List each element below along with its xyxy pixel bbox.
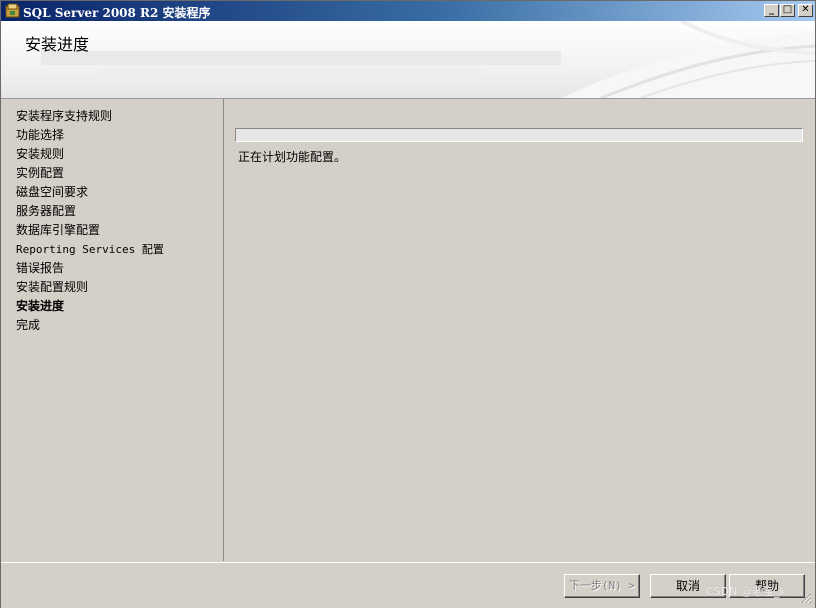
step-feature-selection[interactable]: 功能选择 — [16, 127, 164, 146]
step-list: 安装程序支持规则 功能选择 安装规则 实例配置 磁盘空间要求 服务器配置 数据库… — [16, 108, 164, 336]
window-title: SQL Server 2008 R2 安装程序 — [23, 6, 211, 20]
resize-grip-icon[interactable] — [800, 592, 812, 604]
button-bar: 下一步(N) > 取消 帮助 — [1, 562, 815, 608]
step-reporting-services-configuration[interactable]: Reporting Services 配置 — [16, 241, 164, 260]
step-error-reporting[interactable]: 错误报告 — [16, 260, 164, 279]
step-installation-rules[interactable]: 安装规则 — [16, 146, 164, 165]
watermark-text: CSDN @老宝_k — [706, 585, 786, 598]
step-installation-progress[interactable]: 安装进度 — [16, 298, 164, 317]
main-content: 正在计划功能配置。 — [225, 99, 815, 561]
next-button[interactable]: 下一步(N) > — [564, 574, 640, 598]
status-text: 正在计划功能配置。 — [238, 150, 347, 164]
setup-window: SQL Server 2008 R2 安装程序 _ □ ✕ 安装进度 安装程序支… — [0, 0, 816, 608]
sql-server-setup-icon — [5, 3, 20, 18]
title-bar[interactable]: SQL Server 2008 R2 安装程序 _ □ ✕ — [1, 1, 815, 21]
installation-progress-bar — [235, 128, 803, 142]
minimize-button[interactable]: _ — [764, 4, 779, 17]
page-title: 安装进度 — [25, 35, 90, 54]
step-list-panel: 安装程序支持规则 功能选择 安装规则 实例配置 磁盘空间要求 服务器配置 数据库… — [1, 99, 224, 561]
close-button[interactable]: ✕ — [798, 4, 813, 17]
step-server-configuration[interactable]: 服务器配置 — [16, 203, 164, 222]
page-header: 安装进度 — [1, 21, 815, 99]
step-database-engine-configuration[interactable]: 数据库引擎配置 — [16, 222, 164, 241]
step-disk-space-requirements[interactable]: 磁盘空间要求 — [16, 184, 164, 203]
step-setup-support-rules[interactable]: 安装程序支持规则 — [16, 108, 164, 127]
step-instance-configuration[interactable]: 实例配置 — [16, 165, 164, 184]
header-banner-decoration — [41, 21, 815, 98]
step-complete[interactable]: 完成 — [16, 317, 164, 336]
maximize-button[interactable]: □ — [780, 4, 795, 17]
step-installation-configuration-rules[interactable]: 安装配置规则 — [16, 279, 164, 298]
